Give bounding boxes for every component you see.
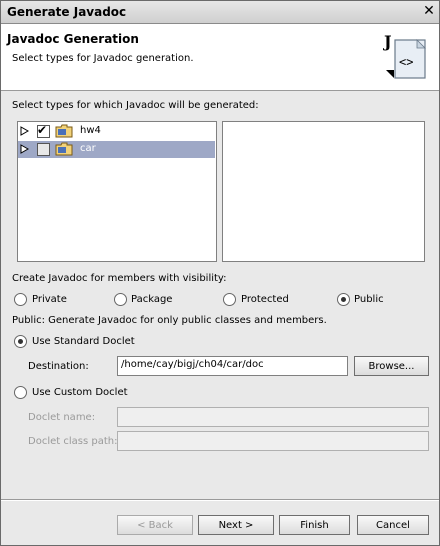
- tree-item-hw4[interactable]: ✔ hw4: [18, 123, 215, 140]
- title-bar: Generate Javadoc ✕: [1, 1, 439, 24]
- triangle-right-icon[interactable]: [20, 126, 29, 136]
- window-title: Generate Javadoc: [7, 5, 127, 19]
- radio-standard-doclet-label[interactable]: Use Standard Doclet: [32, 336, 135, 347]
- doclet-classpath-input[interactable]: [117, 431, 429, 451]
- javadoc-wizard-icon: J <>: [383, 32, 426, 79]
- close-icon[interactable]: ✕: [421, 3, 437, 19]
- radio-custom-doclet-label[interactable]: Use Custom Doclet: [32, 387, 128, 398]
- project-folder-icon: [55, 142, 73, 156]
- radio-private-label[interactable]: Private: [32, 294, 67, 305]
- types-detail-list[interactable]: [222, 121, 425, 262]
- checkbox-hw4[interactable]: ✔: [37, 123, 50, 138]
- triangle-right-icon[interactable]: [20, 144, 29, 154]
- doclet-name-label: Doclet name:: [28, 412, 96, 423]
- radio-public[interactable]: [337, 293, 350, 306]
- finish-button[interactable]: Finish: [279, 515, 350, 535]
- radio-custom-doclet[interactable]: [14, 386, 27, 399]
- tree-item-label: hw4: [80, 125, 101, 136]
- visibility-description: Public: Generate Javadoc for only public…: [12, 315, 327, 326]
- destination-label: Destination:: [28, 361, 89, 372]
- radio-selected-dot: [18, 339, 23, 344]
- svg-text:J: J: [383, 32, 392, 51]
- doclet-name-input[interactable]: [117, 407, 429, 427]
- radio-package-label[interactable]: Package: [131, 294, 172, 305]
- next-button[interactable]: Next >: [198, 515, 274, 535]
- tree-item-label: car: [80, 143, 96, 154]
- page-description: Select types for Javadoc generation.: [12, 53, 194, 64]
- visibility-label: Create Javadoc for members with visibili…: [12, 273, 227, 284]
- checkmark-icon: ✔: [37, 123, 48, 137]
- destination-input[interactable]: /home/cay/bigj/ch04/car/doc: [117, 356, 348, 376]
- back-button[interactable]: < Back: [117, 515, 193, 535]
- generate-javadoc-dialog: Generate Javadoc ✕ Javadoc Generation Se…: [0, 0, 440, 546]
- radio-private[interactable]: [14, 293, 27, 306]
- checkbox-car[interactable]: [37, 143, 50, 156]
- browse-button[interactable]: Browse...: [354, 356, 429, 376]
- radio-protected-label[interactable]: Protected: [241, 294, 289, 305]
- tree-item-car[interactable]: car: [18, 141, 215, 158]
- wizard-header: Javadoc Generation Select types for Java…: [1, 24, 439, 91]
- radio-selected-dot: [341, 297, 346, 302]
- svg-text:<>: <>: [399, 55, 413, 69]
- page-title: Javadoc Generation: [7, 32, 139, 46]
- types-tree[interactable]: ✔ hw4 car: [17, 121, 217, 262]
- radio-public-label[interactable]: Public: [354, 294, 384, 305]
- project-folder-icon: [55, 124, 73, 138]
- radio-protected[interactable]: [223, 293, 236, 306]
- radio-package[interactable]: [114, 293, 127, 306]
- radio-standard-doclet[interactable]: [14, 335, 27, 348]
- doclet-classpath-label: Doclet class path:: [28, 436, 118, 447]
- footer-divider: [1, 499, 439, 501]
- cancel-button[interactable]: Cancel: [357, 515, 429, 535]
- types-label: Select types for which Javadoc will be g…: [12, 100, 259, 111]
